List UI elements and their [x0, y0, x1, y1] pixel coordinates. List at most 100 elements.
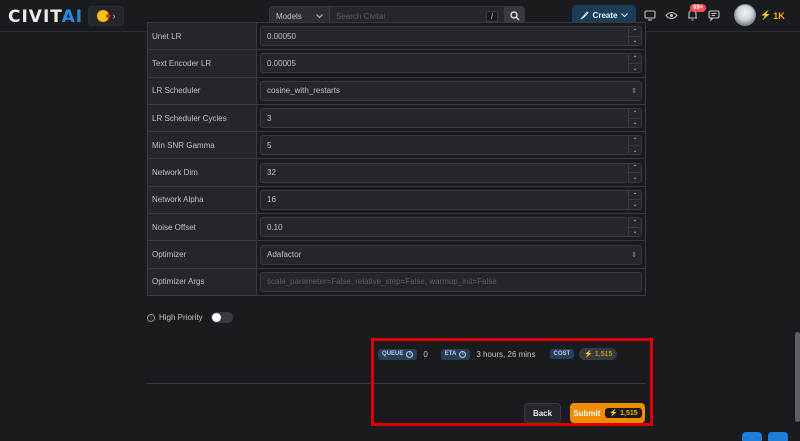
- chevron-up-icon[interactable]: ⌃: [629, 191, 641, 201]
- param-row: Optimizer Args scale_parameter=False, rel…: [148, 267, 645, 295]
- chevron-up-icon[interactable]: ⌃: [629, 27, 641, 37]
- select-arrows-icon: ⇕: [631, 87, 637, 95]
- number-stepper[interactable]: ⌃ ⌄: [628, 54, 641, 73]
- floating-action-button[interactable]: [742, 432, 762, 441]
- param-label: Optimizer Args: [148, 268, 257, 295]
- param-label: Unet LR: [148, 23, 257, 50]
- chevron-down-icon[interactable]: ⌄: [629, 119, 641, 128]
- submit-label: Submit: [573, 408, 601, 418]
- chevron-down-icon[interactable]: ⌄: [629, 146, 641, 155]
- param-value-cell: 0.00005 ⌃ ⌄: [257, 50, 645, 77]
- page-scrollbar[interactable]: [795, 32, 800, 441]
- param-label: Optimizer: [148, 241, 257, 268]
- cost-value: 1,515: [594, 350, 613, 358]
- high-priority-toggle[interactable]: [210, 312, 233, 323]
- param-value: 0.10: [267, 222, 283, 232]
- chevron-right-icon: ›: [112, 11, 116, 21]
- number-stepper[interactable]: ⌃ ⌄: [628, 109, 641, 128]
- param-row: Min SNR Gamma 5 ⌃ ⌄: [148, 131, 645, 159]
- param-value: 32: [267, 168, 276, 178]
- submit-button[interactable]: Submit ⚡ 1,515: [570, 403, 645, 423]
- number-stepper[interactable]: ⌃ ⌄: [628, 190, 641, 209]
- eta-badge: ETA i: [440, 348, 471, 360]
- param-value-cell: scale_parameter=False, relative_step=Fal…: [257, 268, 645, 295]
- number-stepper[interactable]: ⌃ ⌄: [628, 163, 641, 182]
- param-number-input[interactable]: 0.00005 ⌃ ⌄: [260, 53, 642, 74]
- param-number-input[interactable]: 16 ⌃ ⌄: [260, 189, 642, 210]
- param-label: Noise Offset: [148, 214, 257, 241]
- number-stepper[interactable]: ⌃ ⌄: [628, 27, 641, 46]
- section-divider: [147, 383, 646, 384]
- notification-badge: 99+: [690, 4, 707, 12]
- info-icon: i: [147, 313, 155, 322]
- search-category-value: Models: [276, 11, 302, 21]
- chevron-down-icon[interactable]: ⌄: [629, 228, 641, 237]
- cost-label: COST: [553, 351, 571, 357]
- civitai-logo[interactable]: CIVITAI: [8, 7, 83, 27]
- queue-info-bar: QUEUE i 0 ETA i 3 hours, 26 mins COST ⚡ …: [378, 346, 642, 362]
- param-number-input[interactable]: 32 ⌃ ⌄: [260, 162, 642, 183]
- eye-icon[interactable]: [664, 8, 678, 22]
- param-label: LR Scheduler: [148, 77, 257, 104]
- high-priority-label: High Priority: [159, 313, 203, 322]
- param-label: Network Alpha: [148, 186, 257, 214]
- floating-action-button[interactable]: [768, 432, 788, 441]
- training-params-table: Unet LR 0.00050 ⌃ ⌄ Text Encoder LR 0.00005 ⌃ ⌄…: [147, 22, 646, 296]
- param-value: 3: [267, 113, 272, 123]
- param-value: 16: [267, 195, 276, 205]
- chevron-down-icon[interactable]: ⌄: [629, 37, 641, 46]
- param-row: Noise Offset 0.10 ⌃ ⌄: [148, 213, 645, 241]
- param-row: LR Scheduler Cycles 3 ⌃ ⌄: [148, 103, 645, 132]
- param-value-cell: 5 ⌃ ⌄: [257, 132, 645, 159]
- chevron-down-icon: [621, 13, 629, 18]
- buzz-balance[interactable]: ⚡ 1K: [760, 10, 785, 21]
- scrollbar-thumb[interactable]: [795, 332, 800, 422]
- param-row: Optimizer Adafactor ⇕: [148, 240, 645, 268]
- queue-badge: QUEUE i: [378, 348, 418, 360]
- param-select[interactable]: Adafactor ⇕: [260, 244, 642, 265]
- search-placeholder: Search Civitai: [336, 11, 386, 21]
- number-stepper[interactable]: ⌃ ⌄: [628, 218, 641, 237]
- info-icon[interactable]: i: [406, 350, 414, 358]
- param-row: Network Alpha 16 ⌃ ⌄: [148, 185, 645, 214]
- search-shortcut-key: /: [486, 11, 498, 22]
- chevron-down-icon[interactable]: ⌄: [629, 64, 641, 73]
- param-text-input[interactable]: scale_parameter=False, relative_step=Fal…: [260, 271, 642, 292]
- chat-icon[interactable]: [707, 8, 721, 22]
- param-value: cosine_with_restarts: [267, 86, 340, 96]
- chevron-up-icon[interactable]: ⌃: [629, 54, 641, 64]
- param-number-input[interactable]: 0.10 ⌃ ⌄: [260, 217, 642, 238]
- info-icon[interactable]: i: [459, 350, 467, 358]
- logo-main-text: CIVIT: [8, 7, 62, 27]
- param-row: Text Encoder LR 0.00005 ⌃ ⌄: [148, 49, 645, 77]
- param-value: 5: [267, 140, 272, 150]
- param-label: Min SNR Gamma: [148, 132, 257, 159]
- param-number-input[interactable]: 0.00050 ⌃ ⌄: [260, 26, 642, 47]
- param-value-cell: 0.00050 ⌃ ⌄: [257, 23, 645, 50]
- chevron-up-icon[interactable]: ⌃: [629, 136, 641, 146]
- chevron-up-icon[interactable]: ⌃: [629, 109, 641, 119]
- param-value-cell: 16 ⌃ ⌄: [257, 186, 645, 214]
- param-number-input[interactable]: 3 ⌃ ⌄: [260, 108, 642, 129]
- user-avatar[interactable]: [734, 4, 756, 26]
- high-priority-row: i High Priority: [147, 312, 233, 323]
- select-arrows-icon: ⇕: [631, 251, 637, 259]
- chevron-up-icon[interactable]: ⌃: [629, 164, 641, 174]
- chevron-down-icon[interactable]: ⌄: [629, 200, 641, 209]
- back-button[interactable]: Back: [524, 403, 561, 423]
- lightning-icon: ⚡: [584, 351, 593, 358]
- chevron-down-icon: [316, 13, 323, 18]
- param-select[interactable]: cosine_with_restarts ⇕: [260, 80, 642, 101]
- chevron-up-icon[interactable]: ⌃: [629, 218, 641, 228]
- eta-label: ETA: [444, 351, 457, 357]
- lightning-icon: ⚡: [760, 10, 772, 20]
- param-label: LR Scheduler Cycles: [148, 104, 257, 132]
- emoji-menu-button[interactable]: ›: [88, 6, 124, 26]
- param-value-cell: cosine_with_restarts ⇕: [257, 77, 645, 104]
- param-number-input[interactable]: 5 ⌃ ⌄: [260, 135, 642, 156]
- chevron-down-icon[interactable]: ⌄: [629, 173, 641, 182]
- param-label: Text Encoder LR: [148, 50, 257, 77]
- monitor-icon[interactable]: [643, 8, 657, 22]
- number-stepper[interactable]: ⌃ ⌄: [628, 136, 641, 155]
- cost-value-pill: ⚡ 1,515: [579, 348, 618, 360]
